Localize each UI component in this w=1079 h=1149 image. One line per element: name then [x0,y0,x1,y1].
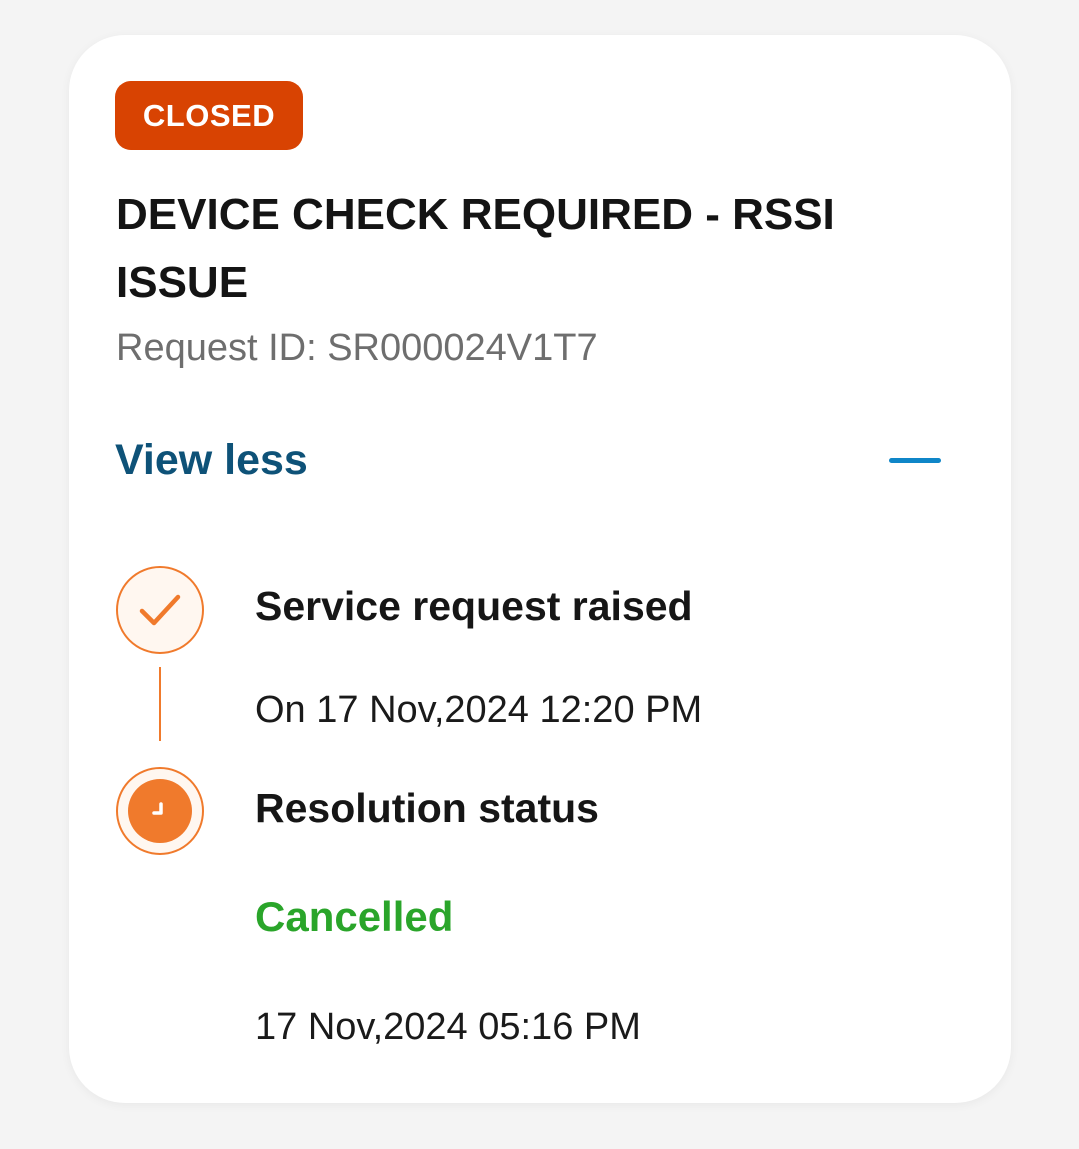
clock-icon [116,767,204,855]
step-date-resolution: 17 Nov,2024 05:16 PM [255,1006,641,1048]
view-less-toggle[interactable]: View less [115,430,951,490]
minus-icon[interactable] [889,457,941,463]
view-less-label[interactable]: View less [115,436,308,485]
step-title-resolution: Resolution status [255,785,599,831]
service-request-card: CLOSED DEVICE CHECK REQUIRED - RSSI ISSU… [69,35,1011,1103]
step-date-raised: On 17 Nov,2024 12:20 PM [255,689,703,731]
request-id: Request ID: SR000024V1T7 [116,327,598,369]
status-badge: CLOSED [115,81,303,150]
check-icon [116,566,204,654]
resolution-status-value: Cancelled [255,893,454,940]
timeline-connector [159,667,161,741]
step-title-raised: Service request raised [255,583,693,629]
request-title: DEVICE CHECK REQUIRED - RSSI ISSUE [116,190,835,307]
